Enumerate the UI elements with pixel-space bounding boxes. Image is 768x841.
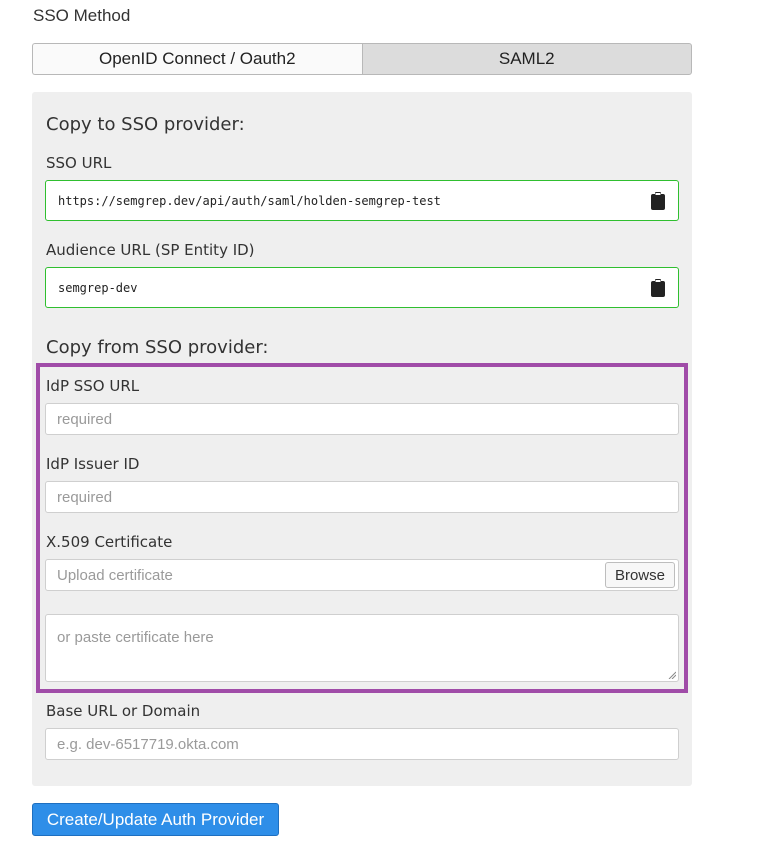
clipboard-copy-icon[interactable] [646,276,670,300]
base-url-input[interactable]: e.g. dev-6517719.okta.com [45,728,679,760]
audience-url-label: Audience URL (SP Entity ID) [46,241,255,259]
highlight-box [36,363,688,693]
openid-connect-option[interactable]: OpenID Connect / Oauth2 [32,43,362,75]
sso-method-title: SSO Method [33,6,131,25]
copy-to-heading: Copy to SSO provider: [46,114,245,135]
clipboard-copy-icon[interactable] [646,189,670,213]
saml2-option[interactable]: SAML2 [361,43,692,75]
create-update-auth-provider-button[interactable]: Create/Update Auth Provider [32,803,279,836]
copy-from-heading: Copy from SSO provider: [46,337,269,358]
sso-url-value: https://semgrep.dev/api/auth/saml/holden… [58,193,441,208]
sso-url-field[interactable]: https://semgrep.dev/api/auth/saml/holden… [45,180,679,221]
sso-method-toggle: OpenID Connect / Oauth2 SAML2 [32,43,692,75]
base-url-placeholder: e.g. dev-6517719.okta.com [57,735,239,753]
sso-url-label: SSO URL [46,154,112,172]
audience-url-field[interactable]: semgrep-dev [45,267,679,308]
base-url-label: Base URL or Domain [46,702,201,720]
audience-url-value: semgrep-dev [58,280,138,295]
